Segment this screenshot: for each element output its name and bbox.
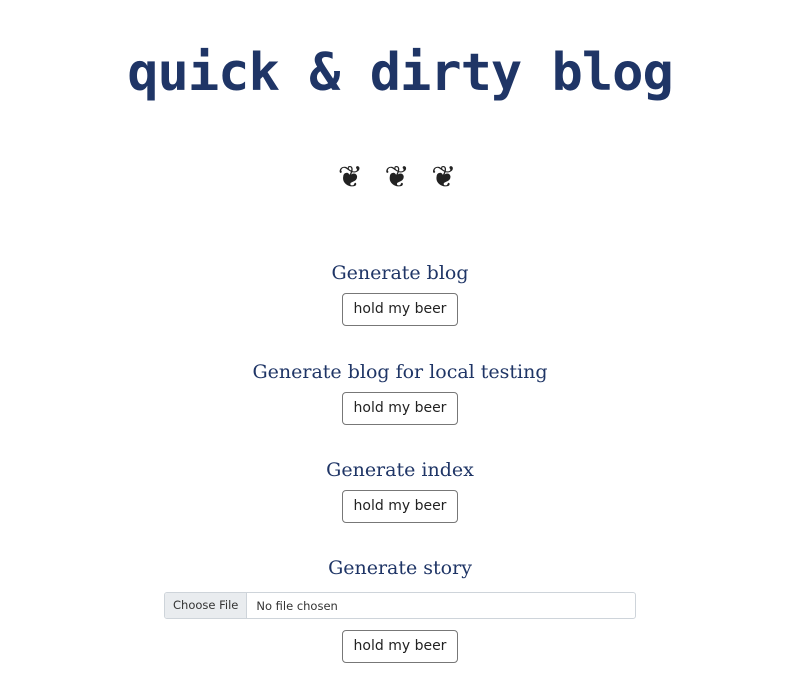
- section-heading: Generate index: [326, 459, 474, 481]
- generate-index-button[interactable]: hold my beer: [341, 490, 459, 523]
- choose-file-button[interactable]: Choose File: [165, 593, 248, 618]
- site-title: quick & dirty blog: [127, 43, 674, 103]
- section-generate-story: Generate story Choose File No file chose…: [0, 556, 800, 663]
- ornament-hearts: ❦ ❦ ❦: [337, 160, 463, 195]
- story-file-input[interactable]: Choose File No file chosen: [164, 592, 636, 619]
- file-status-text: No file chosen: [256, 598, 338, 613]
- generate-local-button[interactable]: hold my beer: [341, 392, 459, 425]
- section-generate-local: Generate blog for local testing hold my …: [0, 360, 800, 425]
- section-heading: Generate blog for local testing: [252, 361, 548, 383]
- generate-story-button[interactable]: hold my beer: [341, 630, 459, 663]
- section-generate-blog: Generate blog hold my beer: [0, 261, 800, 326]
- section-heading: Generate blog: [331, 262, 469, 284]
- section-heading: Generate story: [328, 557, 472, 579]
- section-generate-index: Generate index hold my beer: [0, 458, 800, 523]
- generate-blog-button[interactable]: hold my beer: [341, 293, 459, 326]
